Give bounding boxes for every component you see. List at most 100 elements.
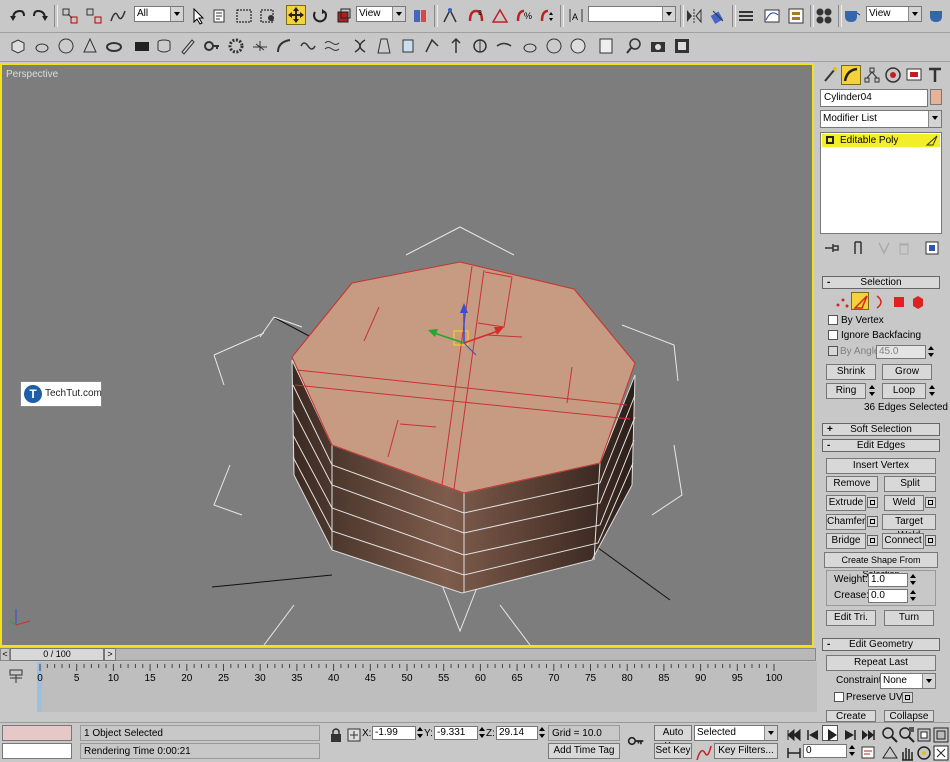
weld-button[interactable]: Weld bbox=[884, 495, 924, 511]
z-coord-field[interactable]: 29.14 bbox=[496, 726, 538, 740]
zoom-icon[interactable] bbox=[880, 725, 898, 743]
layer-manager-icon[interactable] bbox=[736, 6, 756, 26]
y-coord-field[interactable]: -9.331 bbox=[434, 726, 478, 740]
create-button[interactable]: Create bbox=[826, 710, 876, 722]
ripple-icon[interactable] bbox=[322, 36, 342, 56]
unlink-selection-icon[interactable] bbox=[84, 6, 104, 26]
preserve-uvs-settings-icon[interactable] bbox=[902, 692, 913, 703]
wave-icon[interactable] bbox=[298, 36, 318, 56]
create-tab-icon[interactable] bbox=[820, 65, 840, 85]
motion-tab-icon[interactable] bbox=[883, 65, 903, 85]
select-by-name-icon[interactable] bbox=[210, 6, 230, 26]
shrink-button[interactable]: Shrink bbox=[826, 364, 876, 380]
turn-button[interactable]: Turn bbox=[884, 610, 934, 626]
stack-item-editable-poly[interactable]: Editable Poly bbox=[822, 134, 940, 147]
modify-tab-icon[interactable] bbox=[841, 65, 861, 85]
lattice-icon[interactable] bbox=[520, 36, 540, 56]
display-tab-icon[interactable] bbox=[904, 65, 924, 85]
material-editor-icon[interactable] bbox=[814, 6, 834, 26]
chamfer-button[interactable]: Chamfer bbox=[826, 514, 866, 530]
mesh-smooth-icon[interactable] bbox=[544, 36, 564, 56]
show-end-result-icon[interactable] bbox=[848, 238, 868, 258]
ignore-backfacing-checkbox[interactable] bbox=[828, 330, 838, 340]
vertex-mode-icon[interactable] bbox=[832, 292, 850, 310]
key-filters-button[interactable]: Key Filters... bbox=[714, 743, 778, 759]
crease-spinner[interactable]: 0.0 bbox=[868, 589, 908, 603]
render-frame-icon[interactable] bbox=[596, 36, 616, 56]
select-and-move-icon[interactable] bbox=[286, 5, 306, 25]
configure-modifier-sets-icon[interactable] bbox=[922, 238, 942, 258]
play-icon[interactable] bbox=[822, 725, 838, 741]
by-angle-checkbox[interactable] bbox=[828, 346, 838, 356]
cone-icon[interactable] bbox=[80, 36, 100, 56]
utilities-tab-icon[interactable] bbox=[925, 65, 945, 85]
torus-icon[interactable] bbox=[104, 36, 124, 56]
maximize-viewport-icon[interactable] bbox=[931, 743, 949, 761]
by-vertex-checkbox[interactable] bbox=[828, 315, 838, 325]
box-primitive-icon[interactable] bbox=[8, 36, 28, 56]
modifier-list-dropdown[interactable]: Modifier List bbox=[820, 110, 942, 128]
pan-hand-icon[interactable] bbox=[897, 743, 913, 761]
skew-icon[interactable] bbox=[422, 36, 442, 56]
use-pivot-center-icon[interactable] bbox=[410, 6, 430, 26]
reference-coordinate-dropdown[interactable]: View bbox=[356, 6, 406, 22]
current-frame-field[interactable]: 0 bbox=[803, 744, 847, 758]
grow-button[interactable]: Grow bbox=[882, 364, 932, 380]
x-coord-spinner-arrows[interactable] bbox=[416, 726, 424, 740]
ring-button[interactable]: Ring bbox=[826, 383, 866, 399]
render-view-dropdown[interactable]: View bbox=[866, 6, 922, 22]
go-to-end-icon[interactable] bbox=[858, 725, 876, 741]
turbosmooth-icon[interactable] bbox=[568, 36, 588, 56]
time-configuration-icon[interactable] bbox=[858, 743, 876, 759]
pencil-icon[interactable] bbox=[178, 36, 198, 56]
select-and-rotate-icon[interactable] bbox=[310, 6, 330, 26]
create-shape-button[interactable]: Create Shape From Selection bbox=[824, 552, 938, 579]
x-coord-field[interactable]: -1.99 bbox=[372, 726, 416, 740]
trackbar[interactable]: 0 5 10 15 20 25 30 35 40 45 50 55 60 65 70 75 80 85 90 95 10… bbox=[0, 662, 817, 722]
spherify-icon[interactable] bbox=[470, 36, 490, 56]
render-scene-icon[interactable] bbox=[842, 6, 862, 26]
bend-icon[interactable] bbox=[274, 36, 294, 56]
edge-mode-icon[interactable] bbox=[851, 292, 869, 310]
select-and-link-icon[interactable] bbox=[60, 6, 80, 26]
go-to-start-icon[interactable] bbox=[784, 725, 802, 742]
zoom-extents-all-icon[interactable] bbox=[931, 725, 949, 743]
maxscript-listener-white[interactable] bbox=[2, 743, 72, 759]
time-slider-thumb[interactable]: 0 / 100 bbox=[10, 648, 104, 661]
bridge-button[interactable]: Bridge bbox=[826, 533, 866, 549]
melt-icon[interactable] bbox=[494, 36, 514, 56]
collapse-button[interactable]: Collapse bbox=[884, 710, 934, 722]
zoom-render-icon[interactable] bbox=[624, 36, 644, 56]
filmstrip-icon[interactable] bbox=[672, 36, 692, 56]
angle-snap-icon[interactable] bbox=[490, 6, 510, 26]
time-slider-next[interactable]: > bbox=[104, 648, 116, 661]
set-key-key-icon[interactable] bbox=[626, 731, 648, 753]
lock-selection-icon[interactable] bbox=[326, 725, 342, 742]
y-coord-spinner-arrows[interactable] bbox=[478, 726, 486, 740]
perspective-viewport[interactable]: Perspective T TechTut.com bbox=[0, 63, 814, 647]
target-weld-button[interactable]: Target Weld bbox=[882, 514, 936, 541]
by-angle-spinner-arrows[interactable] bbox=[927, 345, 935, 359]
z-coord-spinner-arrows[interactable] bbox=[538, 726, 546, 740]
gear-icon[interactable] bbox=[226, 36, 246, 56]
auto-key-button[interactable]: Auto Key bbox=[654, 725, 692, 752]
spinner-snap-icon[interactable] bbox=[538, 6, 558, 26]
zoom-all-icon[interactable] bbox=[897, 725, 915, 743]
add-time-tag-button[interactable]: Add Time Tag bbox=[548, 743, 620, 759]
crease-spinner-arrows[interactable] bbox=[909, 589, 917, 603]
camera-icon[interactable] bbox=[648, 36, 668, 56]
selection-rollout-header[interactable]: - Selection bbox=[822, 276, 940, 289]
selection-filter-dropdown[interactable]: All bbox=[134, 6, 184, 22]
modifier-stack[interactable]: Editable Poly bbox=[820, 132, 942, 234]
rectangular-selection-icon[interactable] bbox=[234, 6, 254, 26]
sphere-icon[interactable] bbox=[56, 36, 76, 56]
constraints-dropdown[interactable]: None bbox=[880, 673, 936, 689]
extrude-button[interactable]: Extrude bbox=[826, 495, 866, 511]
default-tangents-icon[interactable] bbox=[694, 743, 712, 761]
quick-render-icon[interactable] bbox=[926, 6, 946, 26]
key-mode-toggle-icon[interactable] bbox=[784, 743, 802, 759]
noise-icon[interactable] bbox=[398, 36, 418, 56]
soft-selection-rollout-header[interactable]: + Soft Selection bbox=[822, 423, 940, 436]
window-crossing-icon[interactable] bbox=[258, 6, 278, 26]
curve-editor-icon[interactable] bbox=[762, 6, 782, 26]
